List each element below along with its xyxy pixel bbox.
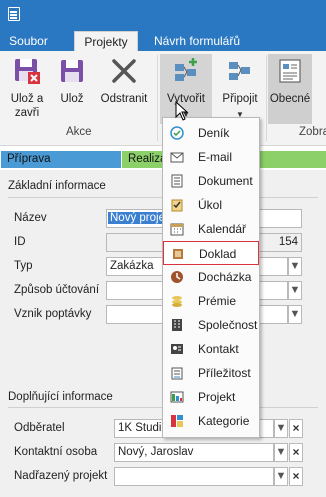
section-title-basic: Základní informace xyxy=(8,180,106,192)
menu-item-prilezitost[interactable]: Příležitost xyxy=(163,361,259,385)
nadrazeny-projekt-label: Nadřazený projekt xyxy=(14,470,108,482)
save-close-icon xyxy=(15,59,40,84)
odberatel-clear-icon[interactable]: × xyxy=(289,419,303,438)
contact-icon xyxy=(171,344,183,354)
tab-projekty[interactable]: Projekty xyxy=(74,31,138,51)
attach-label: Připojit xyxy=(222,93,258,105)
vznik-poptavky-label: Vznik poptávky xyxy=(14,308,92,320)
zpusob-uctovani-label: Způsob účtování xyxy=(14,284,100,296)
category-icon xyxy=(171,415,183,427)
general-view-button[interactable]: Obecné xyxy=(268,54,312,124)
bonus-icon xyxy=(172,296,182,307)
calendar-icon xyxy=(170,223,184,236)
invoice-icon xyxy=(173,249,183,259)
tab-navrh-formularu[interactable]: Návrh formulářů xyxy=(145,31,249,51)
menu-item-label: Kalendář xyxy=(198,222,247,236)
menu-item-label: Kontakt xyxy=(198,342,239,356)
ribbon-divider xyxy=(157,55,158,141)
attendance-icon xyxy=(171,271,183,283)
odberatel-dropdown-button[interactable]: ▼ xyxy=(274,419,288,438)
menu-item-dokument[interactable]: Dokument xyxy=(163,169,259,193)
menu-item-label: Úkol xyxy=(198,198,223,212)
id-value: 154 xyxy=(278,236,298,248)
task-icon xyxy=(171,199,183,212)
journal-icon xyxy=(170,126,184,140)
save-button[interactable]: Ulož xyxy=(52,54,92,120)
menu-item-denik[interactable]: Deník xyxy=(163,121,259,145)
kontaktni-osoba-value: Nový, Jaroslav xyxy=(118,446,194,458)
menu-item-label: Dokument xyxy=(198,174,253,188)
kontaktni-osoba-select[interactable]: Nový, Jaroslav xyxy=(114,443,274,462)
id-label: ID xyxy=(14,236,26,248)
attach-icon xyxy=(229,62,250,80)
kontaktni-osoba-clear-icon[interactable]: × xyxy=(289,443,303,462)
tab-soubor[interactable]: Soubor xyxy=(0,31,57,51)
project-icon xyxy=(170,391,184,403)
menu-item-kategorie[interactable]: Kategorie xyxy=(163,409,259,433)
group-label-akce: Akce xyxy=(66,126,92,138)
save-close-button[interactable]: Ulož a zavři xyxy=(4,54,50,120)
odberatel-value: 1K Studio xyxy=(118,422,168,434)
menu-item-label: E-mail xyxy=(198,150,233,164)
menu-item-label: Prémie xyxy=(198,294,237,308)
menu-item-dochazka[interactable]: Docházka xyxy=(163,265,259,289)
opportunity-icon xyxy=(171,367,183,380)
nazev-label: Název xyxy=(14,212,47,224)
menu-item-label: Kategorie xyxy=(198,414,250,428)
general-view-icon xyxy=(279,59,301,83)
kontaktni-osoba-label: Kontaktní osoba xyxy=(14,446,98,458)
app-icon[interactable] xyxy=(8,7,20,21)
section-title-extra: Doplňující informace xyxy=(8,391,113,403)
title-bar xyxy=(0,0,326,30)
document-icon xyxy=(171,174,183,188)
menu-item-spolecnost[interactable]: Společnost xyxy=(163,313,259,337)
save-close-label: Ulož a zavři xyxy=(10,93,44,119)
nadrazeny-projekt-clear-icon[interactable]: × xyxy=(289,467,303,486)
menu-item-doklad[interactable]: Doklad xyxy=(163,241,259,265)
menu-item-email[interactable]: E-mail xyxy=(163,145,259,169)
menu-item-kalendar[interactable]: Kalendář xyxy=(163,217,259,241)
zpusob-uctovani-dropdown-button[interactable]: ▼ xyxy=(288,281,302,300)
menu-item-label: Docházka xyxy=(198,270,252,284)
delete-button[interactable]: Odstranit xyxy=(94,54,154,120)
menu-item-premie[interactable]: Prémie xyxy=(163,289,259,313)
save-icon xyxy=(61,60,83,82)
delete-label: Odstranit xyxy=(100,93,148,105)
menu-item-projekt[interactable]: Projekt xyxy=(163,385,259,409)
save-label: Ulož xyxy=(60,93,84,105)
menu-item-label: Příležitost xyxy=(198,366,251,380)
ribbon-divider xyxy=(266,55,267,141)
vznik-poptavky-dropdown-button[interactable]: ▼ xyxy=(288,305,302,324)
typ-dropdown-button[interactable]: ▼ xyxy=(288,257,302,276)
menu-item-label: Deník xyxy=(198,126,230,140)
email-icon xyxy=(170,152,184,163)
menu-item-label: Doklad xyxy=(199,247,237,261)
delete-x-icon xyxy=(112,59,136,83)
menu-item-ukol[interactable]: Úkol xyxy=(163,193,259,217)
stage-priprava[interactable]: Příprava xyxy=(1,151,121,168)
attach-button[interactable]: Připojit ▼ xyxy=(214,54,266,120)
menu-item-label: Společnost xyxy=(198,318,258,332)
menu-item-label: Projekt xyxy=(198,390,236,404)
mouse-cursor-icon xyxy=(175,101,189,121)
odberatel-label: Odběratel xyxy=(14,422,65,434)
create-icon xyxy=(175,58,197,81)
typ-label: Typ xyxy=(14,260,33,272)
nadrazeny-projekt-select[interactable] xyxy=(114,467,274,486)
kontaktni-osoba-dropdown-button[interactable]: ▼ xyxy=(274,443,288,462)
group-label-zobrazit: Zobra xyxy=(299,126,326,138)
company-icon xyxy=(172,319,182,331)
general-view-label: Obecné xyxy=(269,93,311,105)
nadrazeny-projekt-dropdown-button[interactable]: ▼ xyxy=(274,467,288,486)
menu-item-kontakt[interactable]: Kontakt xyxy=(163,337,259,361)
nazev-value: Nový proje xyxy=(108,212,167,224)
typ-value: Zakázka xyxy=(110,260,154,272)
